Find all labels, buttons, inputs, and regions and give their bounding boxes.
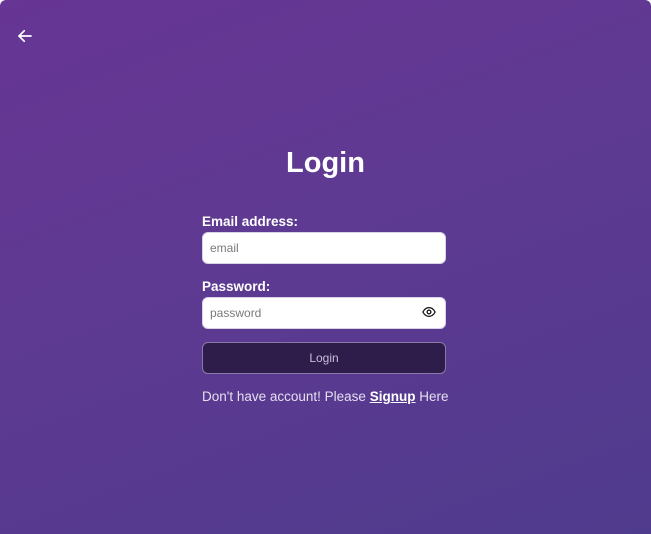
password-label: Password: <box>202 279 271 294</box>
eye-icon <box>422 305 436 324</box>
signup-link[interactable]: Signup <box>370 389 416 404</box>
email-field-wrapper <box>202 232 446 264</box>
signup-prompt: Don't have account! Please Signup Here <box>202 388 449 406</box>
arrow-left-icon <box>16 27 34 45</box>
signup-prompt-prefix: Don't have account! Please <box>202 389 366 404</box>
password-field-wrapper <box>202 297 446 329</box>
password-input[interactable] <box>203 298 445 328</box>
login-screen: Login Email address: Password: Login Don… <box>0 0 651 534</box>
email-label: Email address: <box>202 214 299 229</box>
page-title: Login <box>286 147 365 179</box>
login-form: Email address: Password: Login Don't hav… <box>202 213 449 406</box>
back-button[interactable] <box>14 25 36 47</box>
signup-prompt-suffix: Here <box>419 389 449 404</box>
email-input[interactable] <box>203 233 445 263</box>
login-button[interactable]: Login <box>202 342 446 374</box>
toggle-password-visibility-button[interactable] <box>421 306 437 322</box>
